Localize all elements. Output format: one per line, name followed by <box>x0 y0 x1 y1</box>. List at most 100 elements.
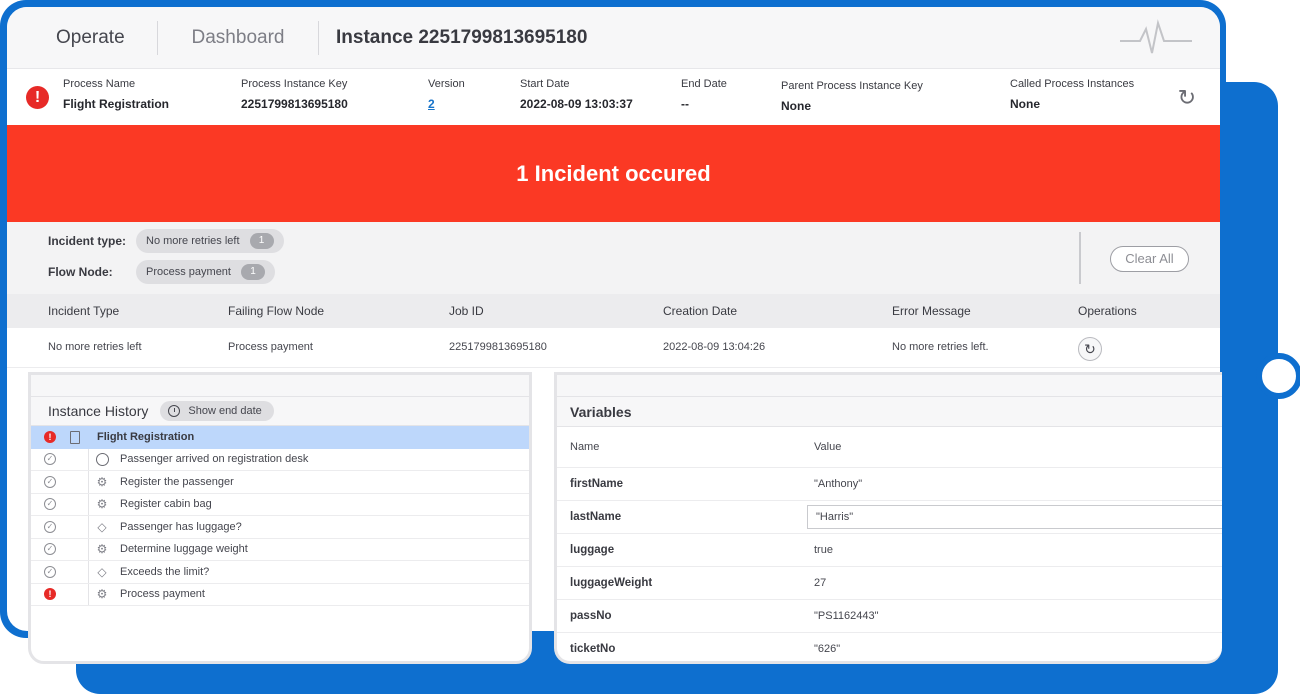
filter-label: Incident type: <box>48 234 127 248</box>
col-name: Name <box>570 441 600 453</box>
variable-name: passNo <box>570 610 612 622</box>
incident-banner[interactable]: 1 Incident occured <box>7 125 1220 222</box>
tree-guide-line <box>88 583 89 605</box>
variable-row[interactable]: luggageWeight 27 <box>557 566 1222 599</box>
completed-state-icon: ✓ <box>44 565 56 578</box>
history-item[interactable]: ! ⚙ Process payment <box>31 583 529 606</box>
incident-filters: Incident type: No more retries left 1 Fl… <box>7 222 1220 294</box>
service-task-icon: ⚙ <box>96 497 108 512</box>
col-job-id[interactable]: Job ID <box>449 294 484 328</box>
summary-value: None <box>1010 97 1040 111</box>
clear-all-button[interactable]: Clear All <box>1110 246 1189 272</box>
col-failing-flow-node[interactable]: Failing Flow Node <box>228 294 324 328</box>
retry-instance-icon[interactable]: ↻ <box>1178 85 1196 111</box>
variable-value: "PS1162443" <box>814 610 879 622</box>
completed-state-icon: ✓ <box>44 543 56 556</box>
retry-incident-button[interactable]: ↻ <box>1078 337 1102 361</box>
summary-label: Called Process Instances <box>1010 78 1135 90</box>
tree-guide-line <box>88 538 89 560</box>
summary-label: Start Date <box>520 78 570 90</box>
variables-list: firstName "Anthony" lastName "Harris" luggag… <box>557 467 1222 661</box>
variable-value-input[interactable]: "Harris" <box>807 505 1222 529</box>
history-item-label: Flight Registration <box>97 430 195 443</box>
variable-row[interactable]: luggage true <box>557 533 1222 566</box>
variables-title: Variables <box>570 403 632 420</box>
summary-label: Version <box>428 78 465 90</box>
summary-label: Process Name <box>63 78 136 90</box>
history-item-label: Register the passenger <box>120 475 234 488</box>
variable-row[interactable]: ticketNo "626" <box>557 632 1222 661</box>
history-item[interactable]: ✓ ⚙ Determine luggage weight <box>31 538 529 561</box>
col-value: Value <box>814 441 842 453</box>
history-item-label: Passenger has luggage? <box>120 520 242 533</box>
col-operations: Operations <box>1078 304 1137 318</box>
pulse-logo-icon <box>1120 19 1192 54</box>
summary-label: Process Instance Key <box>241 78 348 90</box>
incident-alert-icon: ! <box>26 86 49 109</box>
summary-value: 2022-08-09 13:03:37 <box>520 97 633 111</box>
show-end-date-toggle[interactable]: Show end date <box>160 401 274 421</box>
history-item[interactable]: ✓ ⚙ Register the passenger <box>31 471 529 494</box>
history-item[interactable]: ✓ ◇ Exceeds the limit? <box>31 561 529 584</box>
pill-count-badge: 1 <box>249 233 274 249</box>
flow-node-pill[interactable]: Process payment 1 <box>136 260 275 284</box>
nav-dashboard-link[interactable]: Dashboard <box>158 27 318 49</box>
summary-start-date: Start Date 2022-08-09 13:03:37 <box>520 78 633 111</box>
instance-history-header: Instance History Show end date <box>31 397 529 426</box>
variable-name: ticketNo <box>570 643 616 655</box>
history-item[interactable]: ✓ ⚙ Register cabin bag <box>31 493 529 516</box>
history-item-label: Register cabin bag <box>120 498 212 511</box>
col-creation-date[interactable]: Creation Date <box>663 294 737 328</box>
app-name-link[interactable]: Operate <box>7 27 157 49</box>
variable-value: "626" <box>814 643 841 655</box>
summary-value: 2251799813695180 <box>241 97 348 111</box>
variable-name: firstName <box>570 478 624 490</box>
variable-row[interactable]: lastName "Harris" <box>557 500 1222 533</box>
history-item-label: Determine luggage weight <box>120 543 248 556</box>
col-error-message[interactable]: Error Message <box>892 294 971 328</box>
variable-row[interactable]: firstName "Anthony" <box>557 467 1222 500</box>
history-item[interactable]: ! Flight Registration <box>31 426 529 449</box>
service-task-icon: ⚙ <box>96 474 108 489</box>
variable-value: 27 <box>814 577 827 589</box>
variable-name: luggage <box>570 544 615 556</box>
instance-history-panel: Instance History Show end date ! Flight R… <box>28 372 532 664</box>
completed-state-icon: ✓ <box>44 453 56 466</box>
col-incident-type[interactable]: Incident Type <box>48 294 119 328</box>
completed-state-icon: ✓ <box>44 498 56 511</box>
table-row[interactable]: No more retries left Process payment 225… <box>7 328 1220 368</box>
instance-history-title: Instance History <box>48 403 149 419</box>
summary-version: Version 2 <box>428 78 465 111</box>
completed-state-icon: ✓ <box>44 475 56 488</box>
instance-summary: ! Process Name Flight Registration Proce… <box>7 69 1220 125</box>
incident-type-filter: Incident type: No more retries left 1 <box>48 229 284 253</box>
pill-label: Process payment <box>146 266 231 278</box>
summary-parent-key: Parent Process Instance Key None <box>781 80 923 113</box>
decorative-dot <box>1256 353 1300 399</box>
summary-label: End Date <box>681 78 727 90</box>
variable-row[interactable]: passNo "PS1162443" <box>557 599 1222 632</box>
tree-guide-line <box>88 561 89 583</box>
history-item[interactable]: ✓ ◇ Passenger has luggage? <box>31 516 529 539</box>
summary-called-instances: Called Process Instances None <box>1010 78 1134 111</box>
tree-guide-line <box>88 493 89 515</box>
gateway-icon: ◇ <box>97 519 107 534</box>
service-task-icon: ⚙ <box>96 542 108 557</box>
service-task-icon: ⚙ <box>96 587 108 602</box>
incidents-table: Incident Type Failing Flow Node Job ID C… <box>7 294 1220 368</box>
incident-type-pill[interactable]: No more retries left 1 <box>136 229 284 253</box>
history-item[interactable]: ✓ Passenger arrived on registration desk <box>31 448 529 471</box>
document-icon <box>67 430 83 444</box>
version-link[interactable]: 2 <box>428 97 465 111</box>
incidents-table-header: Incident Type Failing Flow Node Job ID C… <box>7 294 1220 328</box>
tree-guide-line <box>88 516 89 538</box>
cell-job-id: 2251799813695180 <box>449 341 547 353</box>
summary-label: Parent Process Instance Key <box>781 80 923 92</box>
history-item-label: Exceeds the limit? <box>120 565 210 578</box>
summary-value: -- <box>681 97 689 111</box>
pill-count-badge: 1 <box>240 264 265 280</box>
cell-error-message[interactable]: No more retries left. <box>892 328 989 366</box>
summary-value: None <box>781 99 811 113</box>
variables-header: Variables <box>557 397 1222 427</box>
filter-label: Flow Node: <box>48 265 113 279</box>
